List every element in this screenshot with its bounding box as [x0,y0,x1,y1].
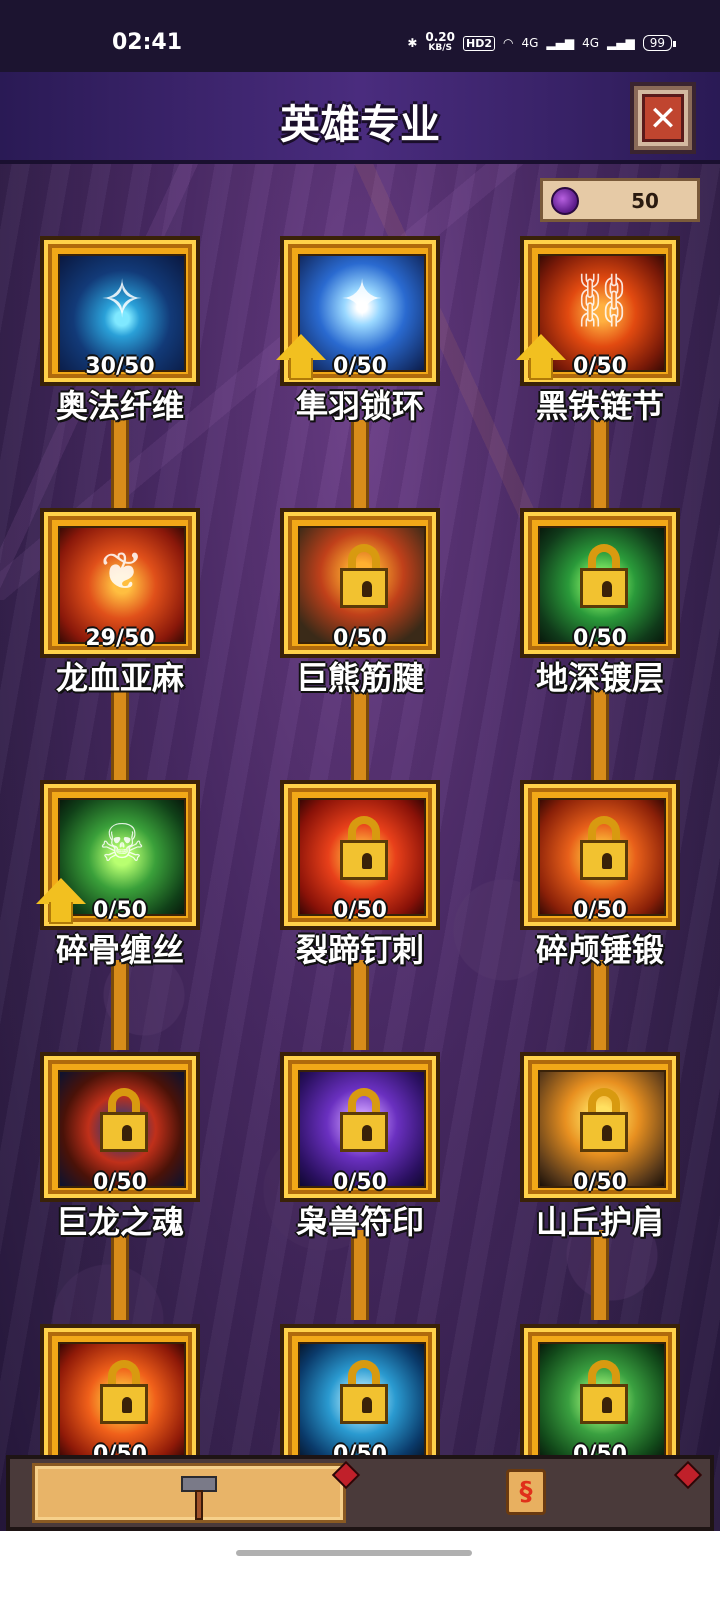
skill-node[interactable]: 0/50 地深镀层 [520,508,680,697]
page-title: 英雄专业 [280,102,440,148]
skill-node[interactable]: ☠ 0/50 碎骨缠丝 [36,780,200,969]
skill-node[interactable]: 0/50 山丘护肩 [520,1052,680,1241]
skill-name: 碎骨缠丝 [55,931,184,969]
lock-icon [100,1360,148,1430]
status-bar: 02:41 ✱ 0.20 KB/S HD2 ◠ 4G ▂▄▆ 4G ▂▄▆ 99 [0,0,720,72]
skill-progress: 0/50 [333,626,387,651]
tree-connector [351,960,369,1050]
signal-1-icon: ▂▄▆ [546,36,575,50]
tab-scroll[interactable]: § [356,1463,700,1523]
tree-connector [111,420,129,510]
upgrade-arrow-icon [516,334,566,384]
skill-name: 枭兽符印 [295,1203,424,1241]
skill-name: 地深镀层 [535,659,664,697]
network-speed-value: 0.20 [425,30,455,44]
skill-progress: 0/50 [573,626,627,651]
nav-area [0,1531,720,1600]
feather-icon: ✦ [340,270,384,330]
skill-node[interactable]: ⛓ 0/50 黑铁链节 [516,236,680,425]
skill-name: 隼羽锁环 [295,387,424,425]
purple-gem-icon [551,187,579,215]
dragon-icon: ❦ [100,542,144,602]
skill-name: 奥法纤维 [55,387,184,425]
hd-badge: HD2 [462,35,495,51]
title-header: 英雄专业 [0,72,720,164]
skill-node[interactable]: 0/50 裂蹄钉刺 [280,780,440,969]
skill-progress: 0/50 [573,1170,627,1195]
tree-connector [111,1230,129,1320]
skill-progress: 29/50 [85,626,155,651]
status-icons: ✱ 0.20 KB/S HD2 ◠ 4G ▂▄▆ 4G ▂▄▆ 99 [407,30,677,54]
home-indicator[interactable] [236,1550,472,1556]
lock-icon [100,1088,148,1158]
tree-connector [111,690,129,780]
skill-progress: 0/50 [573,898,627,923]
tree-connector [351,420,369,510]
lock-icon [580,1360,628,1430]
signal-2-label: 4G [582,36,600,50]
bluetooth-icon: ✱ [407,36,418,50]
thorn-icon: ☠ [98,814,146,874]
tab-skills[interactable] [32,1463,346,1523]
tree-connector [591,1230,609,1320]
lock-icon [580,544,628,614]
network-speed-unit: KB/S [428,43,452,53]
skill-name: 裂蹄钉刺 [295,931,424,969]
status-time: 02:41 [112,30,183,55]
skill-node[interactable]: 0/50 枭兽符印 [280,1052,440,1241]
battery-indicator: 99 [642,35,677,51]
upgrade-arrow-icon [36,878,86,928]
lock-icon [340,1088,388,1158]
signal-2-icon: ▂▄▆ [607,36,635,50]
tree-connector [111,960,129,1050]
skill-name: 碎颅锤锻 [535,931,664,969]
skill-node[interactable]: ✧ 30/50 奥法纤维 [40,236,200,425]
tree-connector [351,1230,369,1320]
currency-amount: 50 [631,189,659,213]
skill-name: 巨龙之魂 [55,1203,184,1241]
skill-progress: 0/50 [93,1170,147,1195]
upgrade-arrow-icon [276,334,326,384]
network-speed: 0.20 KB/S [425,30,455,54]
tree-connector [591,420,609,510]
close-icon: ✕ [642,94,684,142]
skill-node[interactable]: ❦ 29/50 龙血亚麻 [40,508,200,697]
close-button[interactable]: ✕ [630,82,696,154]
tree-connector [591,690,609,780]
scroll-icon: § [506,1469,546,1515]
skill-name: 黑铁链节 [535,387,664,425]
skill-progress: 0/50 [333,1170,387,1195]
skill-progress: 0/50 [333,898,387,923]
skill-name: 龙血亚麻 [55,659,184,697]
skill-node[interactable]: ✦ 0/50 隼羽锁环 [276,236,440,425]
wifi-icon: ◠ [502,36,514,50]
skill-progress: 30/50 [85,354,155,379]
bottom-tab-bar: § [6,1455,714,1531]
tree-connector [351,690,369,780]
skill-name: 山丘护肩 [535,1203,664,1241]
arcane-icon: ✧ [100,270,144,330]
skill-node[interactable]: 0/50 巨龙之魂 [40,1052,200,1241]
skill-name: 巨熊筋腱 [295,659,424,697]
game-screen: 02:41 ✱ 0.20 KB/S HD2 ◠ 4G ▂▄▆ 4G ▂▄▆ 99… [0,0,720,1600]
skill-node[interactable]: 0/50 巨熊筋腱 [280,508,440,697]
lock-icon [580,816,628,886]
tree-connector [591,960,609,1050]
currency-display: 50 [540,178,700,222]
lock-icon [580,1088,628,1158]
lock-icon [340,544,388,614]
signal-1-label: 4G [521,36,539,50]
hammer-icon [181,1472,217,1520]
lock-icon [340,1360,388,1430]
lock-icon [340,816,388,886]
skill-node[interactable]: 0/50 碎颅锤锻 [520,780,680,969]
chain-icon: ⛓ [568,271,635,331]
